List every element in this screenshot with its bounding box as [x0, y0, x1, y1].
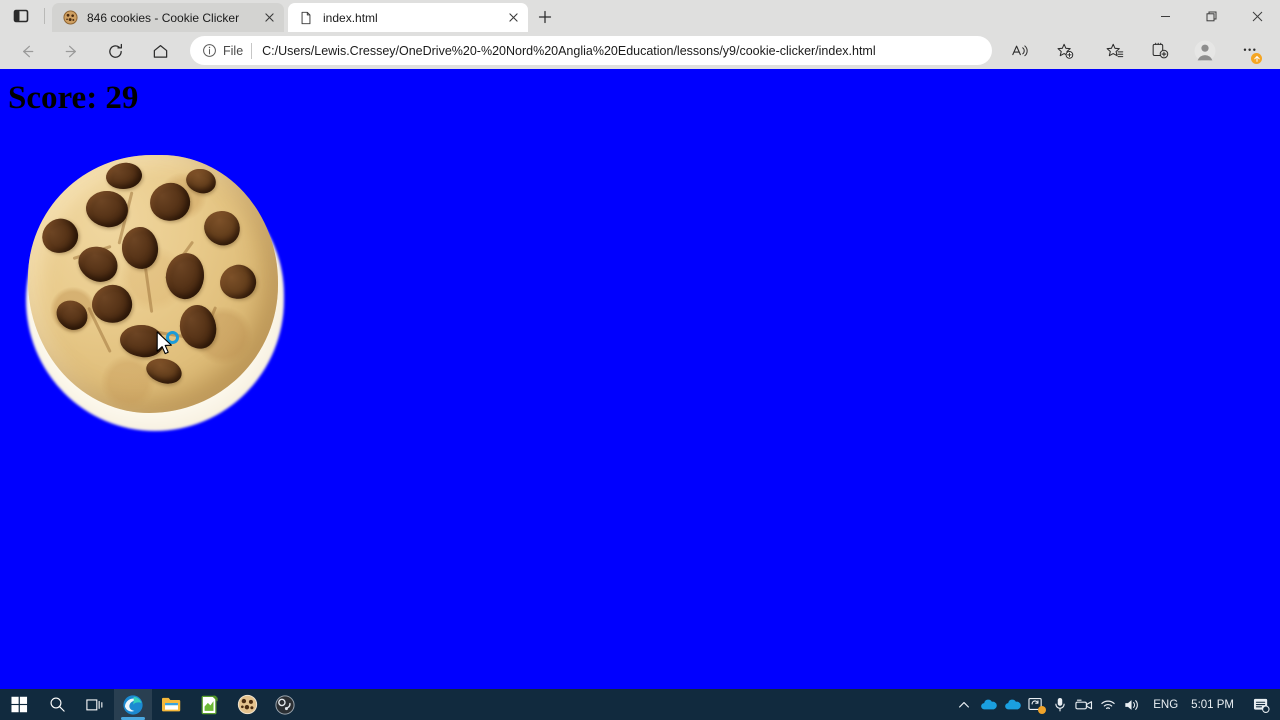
- info-circle-icon[interactable]: [200, 42, 218, 60]
- taskbar-file-explorer[interactable]: [152, 689, 190, 720]
- language-indicator[interactable]: ENG: [1144, 699, 1187, 711]
- address-url-text[interactable]: C:/Users/Lewis.Cressey/OneDrive%20-%20No…: [262, 44, 875, 58]
- home-button[interactable]: [145, 36, 175, 66]
- obs-icon: [275, 694, 295, 715]
- home-icon: [153, 44, 167, 58]
- taskbar-obs[interactable]: [266, 689, 304, 720]
- close-icon: [508, 13, 518, 22]
- editor-icon: [201, 695, 218, 714]
- cookie-button[interactable]: [20, 147, 292, 439]
- back-button[interactable]: [12, 36, 42, 66]
- browser-tab-cookie-clicker[interactable]: 846 cookies - Cookie Clicker: [52, 3, 284, 32]
- tab-actions-button[interactable]: [6, 4, 36, 28]
- tab-actions-icon: [13, 9, 29, 23]
- add-favorite-icon[interactable]: [1050, 36, 1080, 66]
- search-icon: [50, 697, 65, 712]
- settings-more-icon[interactable]: [1235, 36, 1265, 66]
- close-icon: [1252, 11, 1262, 21]
- file-explorer-icon: [161, 697, 180, 712]
- document-icon: [298, 10, 314, 26]
- windows-logo-icon: [10, 696, 27, 713]
- wifi-icon[interactable]: [1096, 689, 1120, 720]
- tab-close-button[interactable]: [502, 7, 524, 29]
- restore-icon: [1206, 11, 1216, 21]
- arrow-right-icon: [65, 45, 76, 57]
- minimize-button[interactable]: [1142, 0, 1188, 32]
- page-viewport: Score: 29: [0, 69, 1280, 689]
- plus-icon: [538, 10, 552, 24]
- taskbar: ENG 5:01 PM: [0, 689, 1280, 720]
- close-icon: [264, 13, 274, 22]
- task-view-button[interactable]: [76, 689, 114, 720]
- start-button[interactable]: [0, 689, 38, 720]
- address-bar[interactable]: File C:/Users/Lewis.Cressey/OneDrive%20-…: [190, 36, 992, 65]
- system-tray: ENG 5:01 PM: [952, 689, 1280, 720]
- favorites-icon[interactable]: [1100, 36, 1130, 66]
- minimize-icon: [1160, 15, 1170, 17]
- microphone-icon[interactable]: [1048, 689, 1072, 720]
- task-view-icon: [86, 698, 103, 710]
- cookie-icon: [237, 694, 257, 715]
- refresh-icon: [108, 43, 122, 58]
- profile-avatar[interactable]: [1190, 36, 1220, 66]
- collections-icon[interactable]: [1145, 36, 1175, 66]
- onedrive-work-icon[interactable]: [1000, 689, 1024, 720]
- score-display: Score: 29: [8, 80, 139, 116]
- new-tab-button[interactable]: [532, 5, 558, 29]
- volume-icon[interactable]: [1120, 689, 1144, 720]
- tab-title: 846 cookies - Cookie Clicker: [87, 10, 240, 25]
- sync-alert-dot: [1038, 706, 1047, 714]
- webcam-icon[interactable]: [1072, 689, 1096, 720]
- search-button[interactable]: [38, 689, 76, 720]
- arrow-up-icon: [1253, 55, 1260, 62]
- sync-status-icon[interactable]: [1024, 689, 1048, 720]
- refresh-button[interactable]: [100, 36, 130, 66]
- show-hidden-icons[interactable]: [952, 689, 976, 720]
- restore-button[interactable]: [1188, 0, 1234, 32]
- browser-tab-index-html[interactable]: index.html: [288, 3, 528, 32]
- taskbar-editor[interactable]: [190, 689, 228, 720]
- address-scheme-label: File: [223, 43, 244, 58]
- close-button[interactable]: [1234, 0, 1280, 32]
- window-controls: [1142, 0, 1280, 32]
- arrow-left-icon: [22, 45, 33, 57]
- tab-close-button[interactable]: [258, 7, 280, 29]
- mouse-cursor: [156, 331, 172, 355]
- update-available-badge: [1251, 53, 1262, 64]
- tab-strip: 846 cookies - Cookie Clicker index.html: [0, 0, 1280, 32]
- cookie-image: [28, 155, 278, 413]
- onedrive-personal-icon[interactable]: [976, 689, 1000, 720]
- clock[interactable]: 5:01 PM: [1187, 699, 1244, 711]
- cookie-icon: [62, 10, 78, 26]
- taskbar-cookie-clicker[interactable]: [228, 689, 266, 720]
- tab-title: index.html: [323, 10, 378, 25]
- taskbar-edge[interactable]: [114, 689, 152, 720]
- screen: 846 cookies - Cookie Clicker index.html: [0, 0, 1280, 720]
- chevron-up-icon: [959, 701, 970, 708]
- edge-icon: [123, 694, 143, 715]
- tab-strip-divider: [44, 8, 45, 24]
- browser-toolbar: File C:/Users/Lewis.Cressey/OneDrive%20-…: [0, 32, 1280, 69]
- read-aloud-icon[interactable]: [1005, 36, 1035, 66]
- address-divider: [251, 42, 253, 59]
- browser-window: 846 cookies - Cookie Clicker index.html: [0, 0, 1280, 689]
- notification-center-icon[interactable]: [1244, 689, 1278, 720]
- forward-button[interactable]: [56, 36, 86, 66]
